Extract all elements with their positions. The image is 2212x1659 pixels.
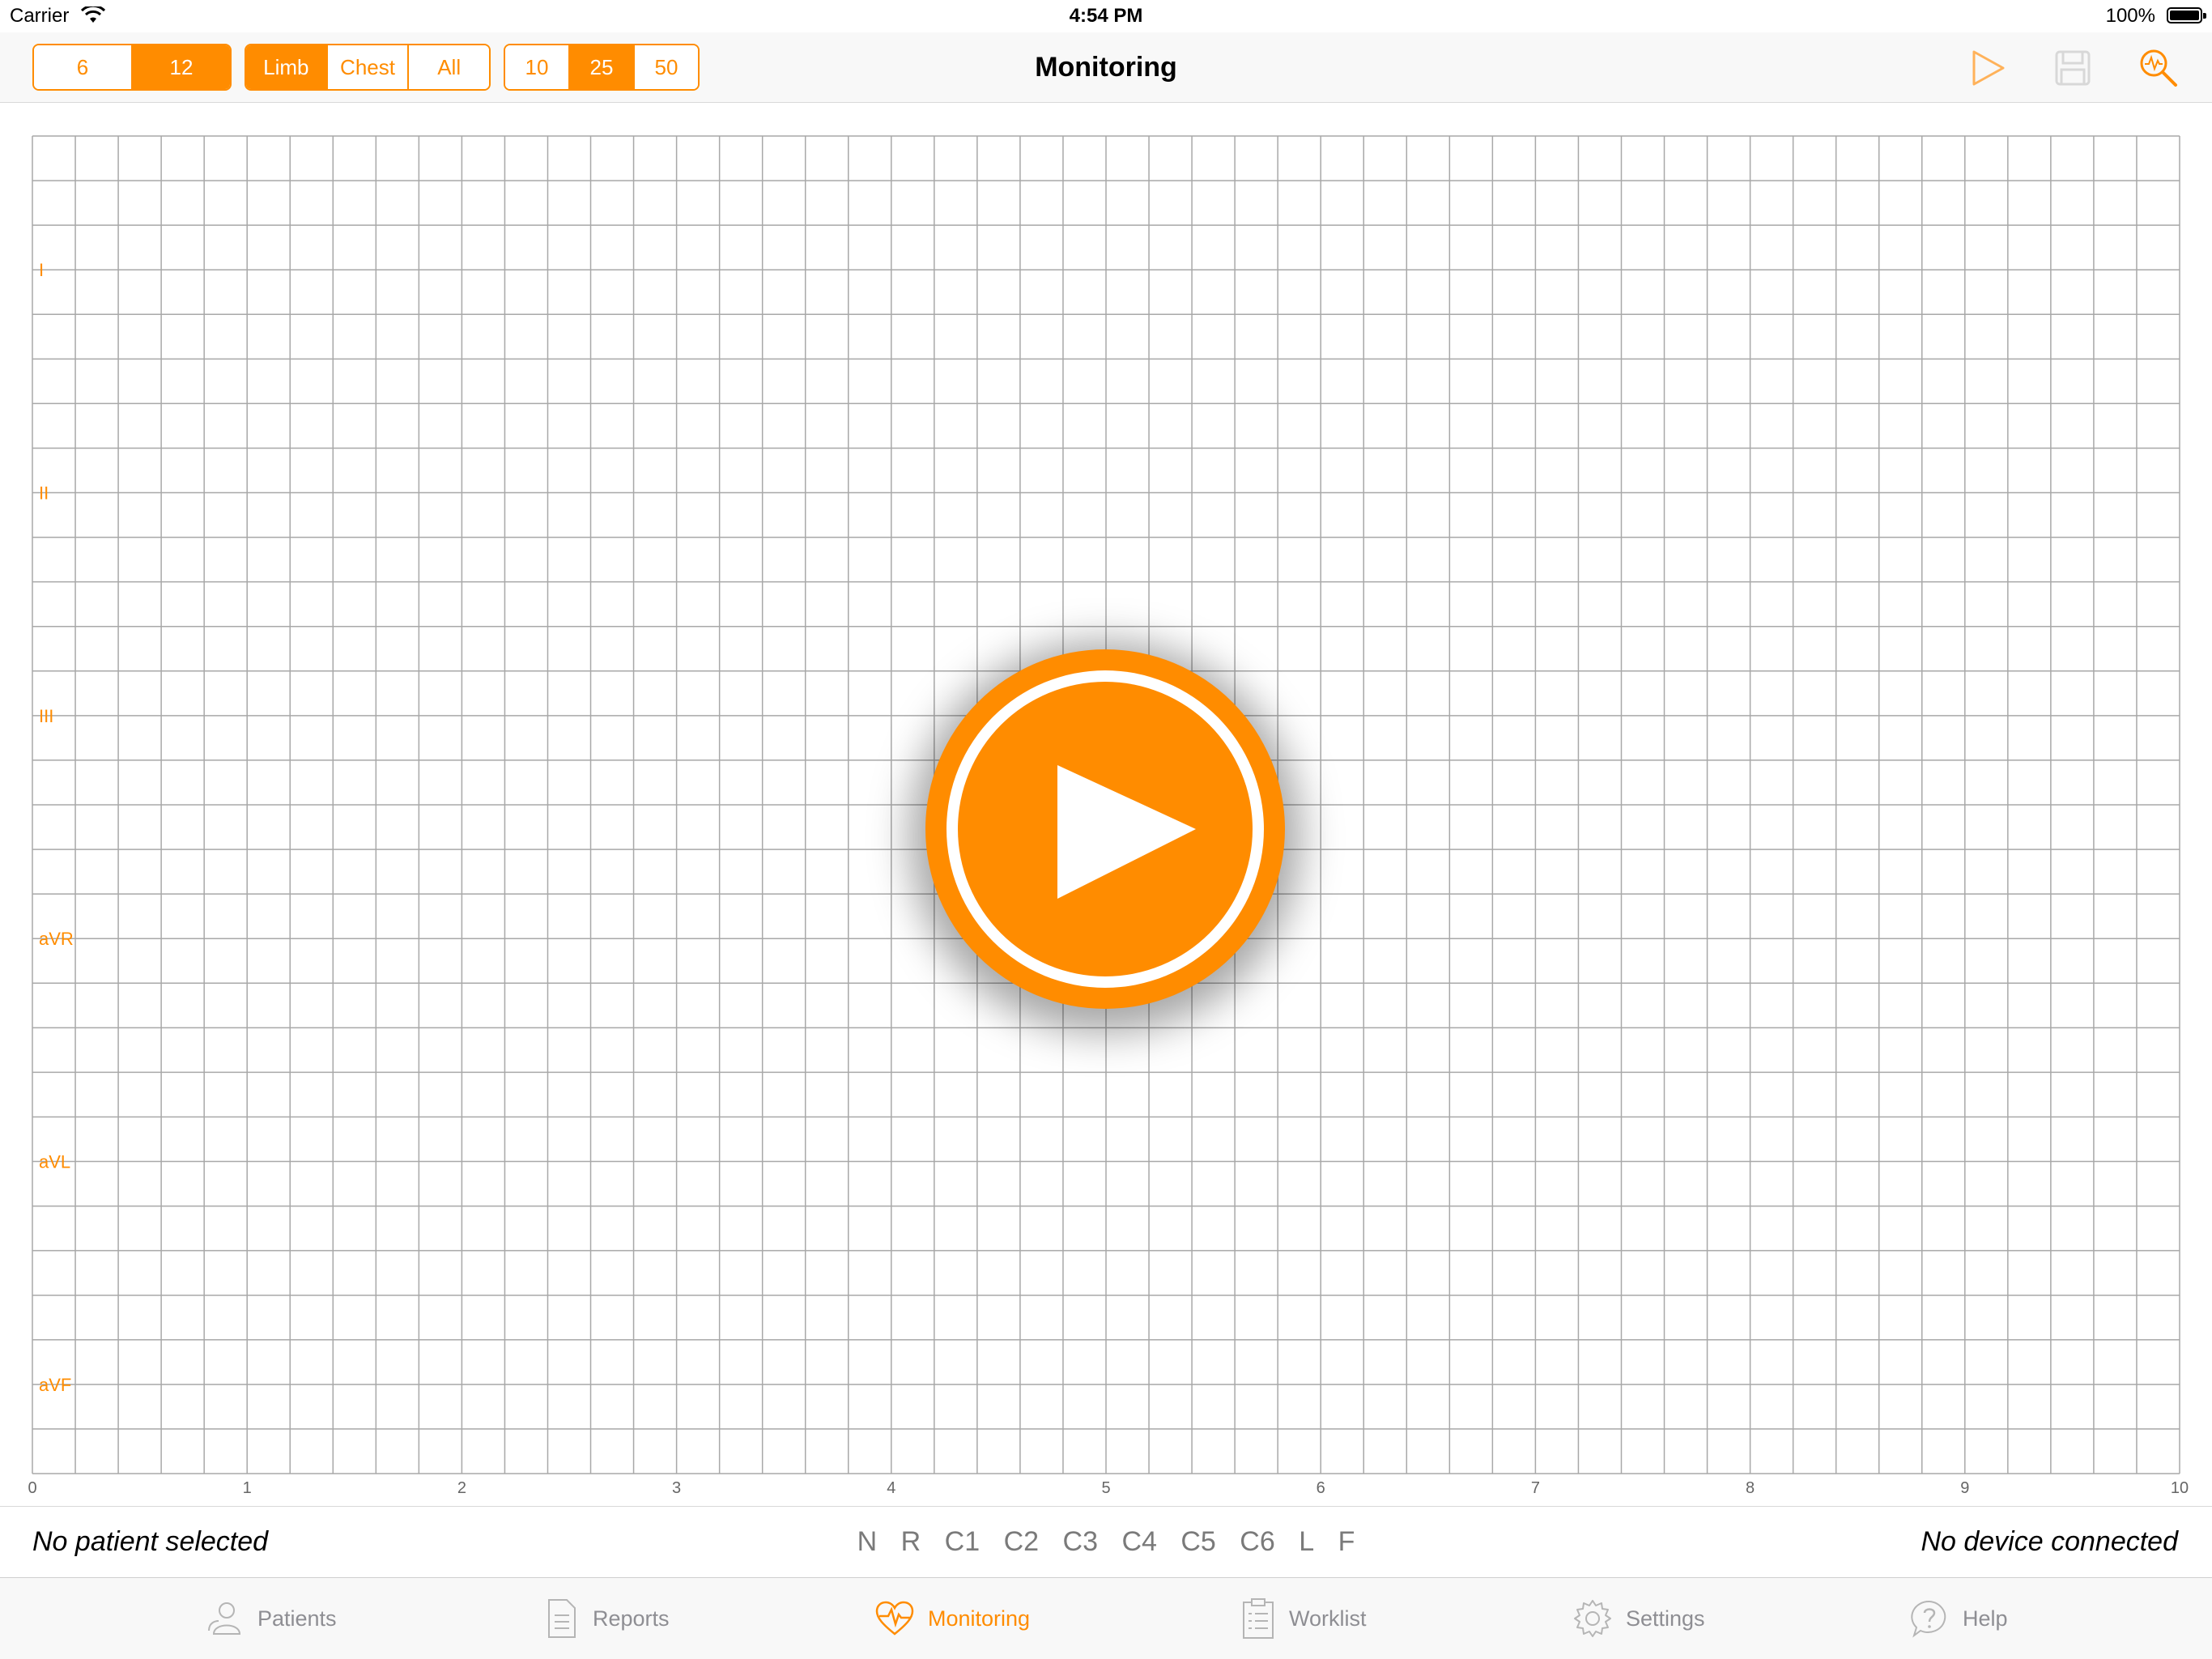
tab-settings[interactable]: Settings [1572,1578,1705,1659]
electrode-l: L [1299,1526,1315,1557]
clock: 4:54 PM [1069,5,1143,27]
lead-label-avr: aVR [39,929,74,949]
battery-icon [2167,7,2206,23]
electrode-r: R [900,1526,921,1557]
tab-help[interactable]: Help [1909,1578,2008,1659]
tab-monitoring[interactable]: Monitoring [874,1578,1030,1659]
lead-label-ii: II [39,483,49,504]
x-tick-label: 5 [1101,1479,1110,1497]
lead-label-avf: aVF [39,1375,71,1395]
info-bar: No patient selected N R C1 C2 C3 C4 C5 C… [0,1506,2212,1578]
ecg-search-icon[interactable] [2138,47,2180,89]
tab-reports[interactable]: Reports [544,1578,670,1659]
tab-worklist-label: Worklist [1289,1606,1367,1631]
tab-bar: Patients Reports Monitoring Worklist Set… [0,1577,2212,1659]
lead-label-iii: III [39,706,53,726]
tab-patients[interactable]: Patients [204,1578,337,1659]
play-icon [1057,765,1196,899]
save-disk-icon[interactable] [2052,47,2094,89]
lead-label-avl: aVL [39,1152,70,1172]
electrode-n: N [857,1526,878,1557]
status-bar: Carrier 4:54 PM 100% [0,0,2212,32]
page-title: Monitoring [1035,52,1177,83]
tab-help-label: Help [1963,1606,2008,1631]
x-tick-label: 0 [28,1479,36,1497]
nav-bar: 6 12 Limb Chest All 10 25 50 Monitoring [0,32,2212,103]
gear-icon [1574,1600,1611,1637]
worklist-icon [1243,1598,1274,1639]
x-axis-ticks: 0 1 2 3 4 5 6 7 8 9 10 [28,1479,2189,1497]
play-outline-icon[interactable] [1966,47,2008,89]
x-tick-label: 6 [1317,1479,1325,1497]
tab-settings-label: Settings [1626,1606,1705,1631]
device-status: No device connected [1921,1526,2178,1557]
lead-labels: IIIIIIaVRaVLaVF [39,260,74,1395]
battery-percent: 100% [2105,5,2155,27]
lead-label-i: I [39,260,44,280]
reports-icon [548,1599,576,1638]
x-tick-label: 9 [1960,1479,1969,1497]
electrode-status-list: N R C1 C2 C3 C4 C5 C6 L F [0,1526,2212,1558]
x-tick-label: 8 [1746,1479,1755,1497]
x-tick-label: 7 [1531,1479,1540,1497]
x-tick-label: 2 [457,1479,466,1497]
electrode-c3: C3 [1062,1526,1098,1557]
electrode-c2: C2 [1003,1526,1040,1557]
help-icon [1911,1600,1946,1638]
electrode-c6: C6 [1240,1526,1275,1557]
heart-monitor-icon [875,1601,914,1636]
tab-worklist[interactable]: Worklist [1240,1578,1367,1659]
electrode-c4: C4 [1121,1526,1157,1557]
x-tick-label: 10 [2171,1479,2189,1497]
patients-icon [208,1602,241,1635]
tab-patients-label: Patients [257,1606,337,1631]
electrode-f: F [1338,1526,1355,1557]
x-tick-label: 1 [243,1479,252,1497]
electrode-c1: C1 [944,1526,981,1557]
tab-monitoring-label: Monitoring [928,1606,1031,1631]
start-monitoring-button[interactable] [925,649,1285,1009]
tab-reports-label: Reports [593,1606,670,1631]
electrode-c5: C5 [1180,1526,1216,1557]
x-tick-label: 3 [672,1479,681,1497]
x-tick-label: 4 [887,1479,895,1497]
